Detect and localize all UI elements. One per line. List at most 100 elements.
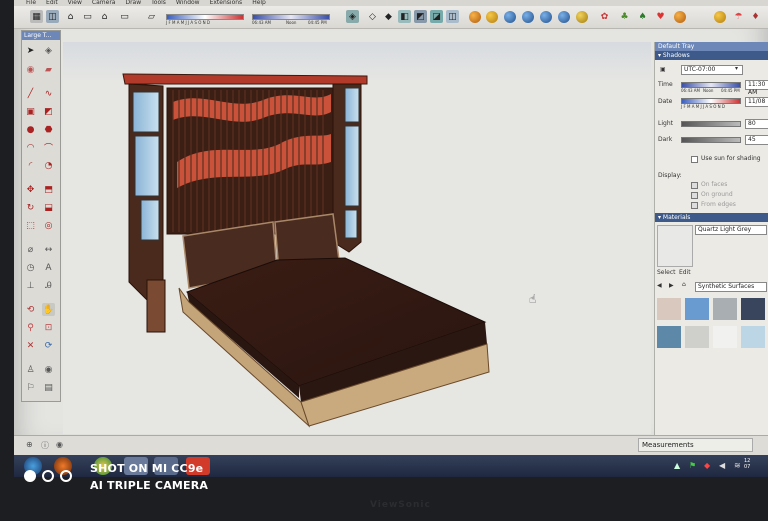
light-input[interactable]: 80	[745, 119, 768, 129]
line-icon[interactable]: ╱	[24, 87, 37, 100]
hidden-line-icon[interactable]: ◧	[398, 10, 411, 23]
dark-input[interactable]: 45	[745, 135, 768, 145]
add-location-icon[interactable]	[522, 11, 534, 23]
materials-section-header[interactable]: ▾ Materials	[655, 213, 768, 222]
pan-icon[interactable]: ✋	[42, 303, 55, 316]
extension-icon[interactable]: ✿	[598, 10, 611, 23]
sketchup-icon[interactable]	[714, 11, 726, 23]
photo-textures-icon[interactable]	[576, 11, 588, 23]
user-icon[interactable]: ◉	[56, 440, 63, 449]
tray-flag-icon[interactable]: ⚑	[689, 461, 696, 470]
geo-icon[interactable]: ⊕	[26, 440, 33, 449]
protractor-icon[interactable]: ◷	[24, 261, 37, 274]
shadows-section-header[interactable]: ▾ Shadows	[655, 51, 768, 60]
warehouse-icon[interactable]	[469, 11, 481, 23]
time-input[interactable]: 11:30 AM	[745, 80, 768, 96]
rotated-rectangle-icon[interactable]: ◩	[42, 105, 55, 118]
axes-icon[interactable]: ⊥	[24, 279, 37, 292]
zoom-icon[interactable]: ⚲	[24, 321, 37, 334]
pie-icon[interactable]: ◔	[42, 159, 55, 172]
shadow-date-slider[interactable]: J F M A M J J A S O N D	[166, 9, 246, 25]
front-view-icon[interactable]: ⌂	[98, 10, 111, 23]
previous-view-icon[interactable]: ⟳	[42, 339, 55, 352]
section-plane-icon[interactable]: ▤	[42, 381, 55, 394]
3d-text-icon[interactable]: Ꭿ	[42, 279, 55, 292]
look-around-icon[interactable]: ◉	[42, 363, 55, 376]
timezone-select[interactable]: UTC-07:00	[681, 65, 743, 75]
select-arrow-icon[interactable]: ➤	[24, 44, 37, 57]
views-icon[interactable]: ▦	[30, 10, 43, 23]
use-sun-checkbox[interactable]	[691, 156, 698, 163]
tray-alert-icon[interactable]: ◆	[704, 461, 710, 470]
taskbar-clock[interactable]: 12 07	[744, 458, 750, 470]
toggle-terrain-icon[interactable]	[558, 11, 570, 23]
shadow-settings-icon[interactable]: ▱	[145, 10, 158, 23]
on-faces-checkbox[interactable]	[691, 182, 698, 189]
on-ground-checkbox[interactable]	[691, 192, 698, 199]
wireframe-icon[interactable]: ◆	[382, 10, 395, 23]
eraser-icon[interactable]: ▰	[42, 63, 55, 76]
dimension-icon[interactable]: ↔	[42, 243, 55, 256]
polygon-icon[interactable]: ⬣	[42, 123, 55, 136]
back-edges-icon[interactable]: ◇	[366, 10, 379, 23]
make-component-icon[interactable]: ◈	[42, 44, 55, 57]
extension-warehouse-icon[interactable]	[674, 11, 686, 23]
circle-icon[interactable]: ●	[24, 123, 37, 136]
ruby-console-icon[interactable]: ♥	[654, 10, 667, 23]
light-slider[interactable]	[681, 121, 741, 127]
orbit-icon[interactable]: ⟲	[24, 303, 37, 316]
position-camera-icon[interactable]: ♙	[24, 363, 37, 376]
material-swatch[interactable]	[685, 298, 709, 320]
monochrome-icon[interactable]: ◫	[446, 10, 459, 23]
two-point-arc-icon[interactable]: ⌒	[42, 141, 55, 154]
top-view-icon[interactable]: ▭	[81, 10, 94, 23]
geolocation-icon[interactable]	[504, 11, 516, 23]
rotate-icon[interactable]: ↻	[24, 201, 37, 214]
rectangle-icon[interactable]: ▣	[24, 105, 37, 118]
clear-location-icon[interactable]	[540, 11, 552, 23]
from-edges-checkbox[interactable]	[691, 202, 698, 209]
material-swatch[interactable]	[741, 298, 765, 320]
measurements-box[interactable]: Measurements	[638, 438, 753, 452]
zoom-window-icon[interactable]: ⊡	[42, 321, 55, 334]
shaded-textures-icon[interactable]: ◪	[430, 10, 443, 23]
date-input[interactable]: 11/08	[745, 97, 768, 107]
freehand-icon[interactable]: ∿	[42, 87, 55, 100]
material-swatch[interactable]	[713, 326, 737, 348]
umbrella-icon[interactable]: ☂	[732, 10, 745, 23]
text-icon[interactable]: A	[42, 261, 55, 274]
shaded-icon[interactable]: ◩	[414, 10, 427, 23]
walk-icon[interactable]: ⚐	[24, 381, 37, 394]
back-arrow-icon[interactable]: ◀	[657, 282, 662, 289]
push-pull-icon[interactable]: ⬒	[42, 183, 55, 196]
pin-icon[interactable]: ♦	[749, 10, 762, 23]
arc-icon[interactable]: ◠	[24, 141, 37, 154]
tree-icon[interactable]: ♣	[618, 10, 631, 23]
tray-network-icon[interactable]: ▲	[674, 461, 680, 470]
tray-volume-icon[interactable]: ◀	[719, 461, 725, 470]
offset-icon[interactable]: ◎	[42, 219, 55, 232]
forward-arrow-icon[interactable]: ▶	[669, 282, 674, 289]
paint-bucket-icon[interactable]: ◉	[24, 63, 37, 76]
right-view-icon[interactable]: ▭	[118, 10, 131, 23]
material-swatch[interactable]	[685, 326, 709, 348]
xray-icon[interactable]: ◈	[346, 10, 359, 23]
material-swatch[interactable]	[713, 298, 737, 320]
shadow-time-slider[interactable]: 06:43 AM Noon 04:45 PM	[252, 9, 332, 25]
tray-wifi-icon[interactable]: ≋	[734, 461, 741, 470]
material-swatch[interactable]	[657, 326, 681, 348]
library-select[interactable]: Synthetic Surfaces	[695, 282, 767, 292]
tab-edit[interactable]: Edit	[679, 269, 691, 276]
landscape-icon[interactable]: ♠	[636, 10, 649, 23]
iso-view-icon[interactable]: ◫	[46, 10, 59, 23]
material-swatch[interactable]	[741, 326, 765, 348]
timezone-dropdown-icon[interactable]: ▾	[735, 65, 738, 72]
share-model-icon[interactable]	[486, 11, 498, 23]
tape-measure-icon[interactable]: ⌀	[24, 243, 37, 256]
tab-select[interactable]: Select	[657, 269, 676, 276]
follow-me-icon[interactable]: ⬓	[42, 201, 55, 214]
move-icon[interactable]: ✥	[24, 183, 37, 196]
shadow-toggle-icon[interactable]: ▣	[660, 66, 666, 73]
home-icon[interactable]: ⌂	[64, 10, 77, 23]
three-point-arc-icon[interactable]: ◜	[24, 159, 37, 172]
